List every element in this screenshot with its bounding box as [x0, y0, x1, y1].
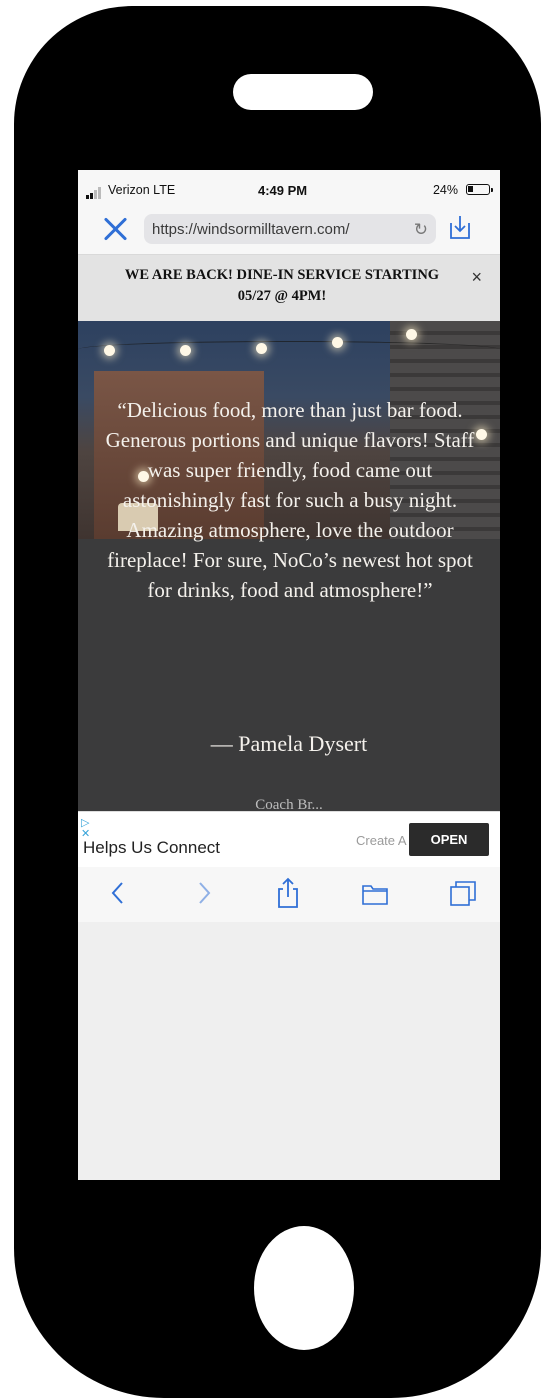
adchoices-icon[interactable]: ▷ ✕: [81, 818, 90, 840]
battery-icon: [466, 184, 493, 195]
address-field[interactable]: https://windsormilltavern.com/ ↻: [144, 214, 436, 244]
next-testimonial-partial: Coach Br...: [255, 797, 323, 811]
phone-speaker: [233, 74, 373, 110]
ad-subtext: Create A: [356, 833, 407, 848]
announcement-banner: WE ARE BACK! DINE-IN SERVICE STARTING 05…: [78, 255, 500, 321]
url-text: https://windsormilltavern.com/: [152, 221, 350, 238]
phone-home-button[interactable]: [254, 1226, 354, 1350]
phone-screen: Verizon LTE 4:49 PM 24% https://windsorm…: [78, 170, 500, 1180]
share-icon[interactable]: [274, 877, 302, 909]
bookmarks-icon[interactable]: [360, 877, 390, 909]
browser-toolbar: [78, 867, 500, 922]
testimonial-hero: “Delicious food, more than just bar food…: [78, 321, 500, 811]
banner-text: WE ARE BACK! DINE-IN SERVICE STARTING 05…: [124, 267, 440, 304]
clock: 4:49 PM: [258, 183, 308, 198]
banner-close-button[interactable]: ×: [471, 267, 482, 288]
testimonial-author: — Pamela Dysert: [210, 731, 368, 756]
ad-headline[interactable]: Helps Us Connect: [83, 838, 220, 858]
blank-content-area: [78, 922, 500, 1180]
download-icon[interactable]: [448, 214, 472, 240]
ad-open-button[interactable]: OPEN: [409, 823, 489, 856]
testimonial-quote: “Delicious food, more than just bar food…: [105, 398, 475, 602]
reload-icon[interactable]: ↻: [414, 220, 428, 240]
forward-icon[interactable]: [194, 877, 214, 909]
tabs-icon[interactable]: [448, 877, 478, 909]
battery-percent: 24%: [432, 183, 458, 197]
carrier-label: Verizon LTE: [108, 183, 176, 197]
back-icon[interactable]: [108, 877, 128, 909]
status-bar: Verizon LTE 4:49 PM 24%: [78, 170, 500, 208]
string-lights: [78, 341, 500, 358]
close-icon[interactable]: [102, 216, 128, 242]
signal-icon: [86, 187, 106, 199]
browser-url-bar: https://windsormilltavern.com/ ↻: [78, 208, 500, 255]
ad-banner[interactable]: ▷ ✕ Helps Us Connect Create A OPEN: [78, 811, 500, 869]
